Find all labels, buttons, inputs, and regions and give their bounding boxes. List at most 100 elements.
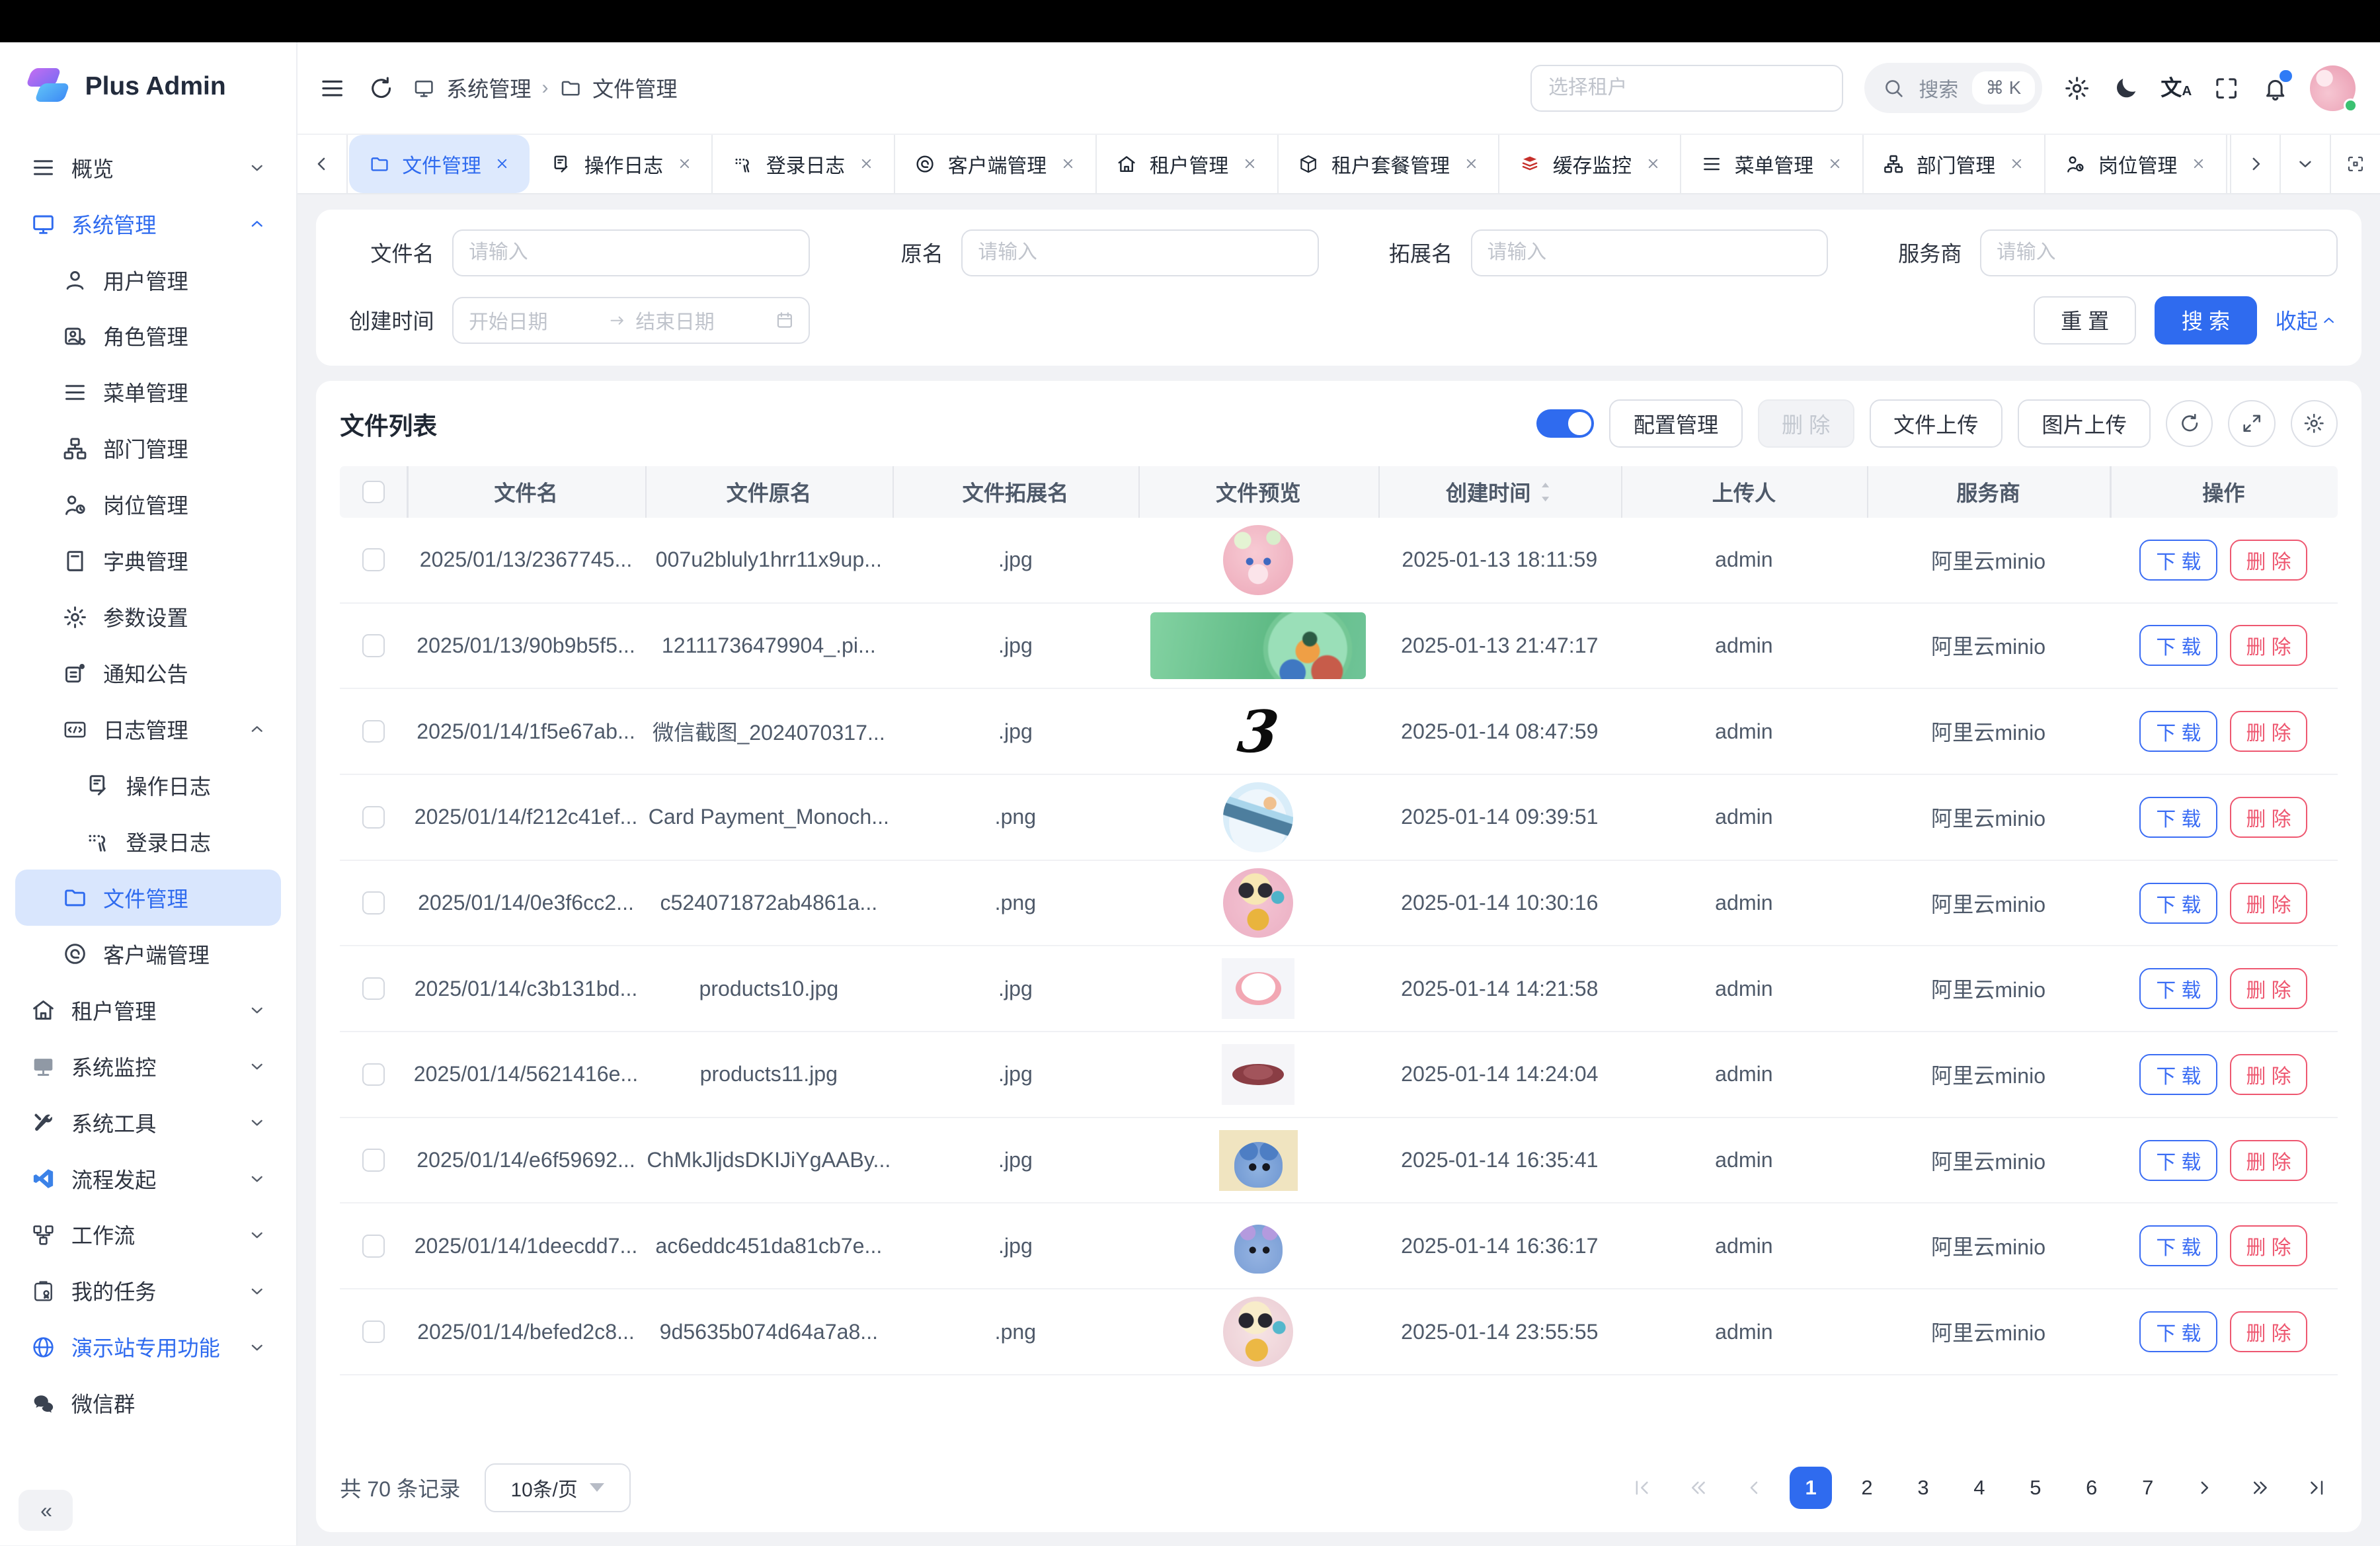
tenant-select-input[interactable]: [1530, 65, 1843, 112]
row-checkbox[interactable]: [362, 634, 385, 657]
row-delete-button[interactable]: 删 除: [2230, 625, 2308, 666]
tab-close-icon[interactable]: [495, 156, 510, 171]
row-checkbox[interactable]: [362, 1321, 385, 1343]
sidebar-item-wechat[interactable]: 微信群: [15, 1375, 281, 1432]
filename-input[interactable]: [452, 229, 810, 276]
config-manage-button[interactable]: 配置管理: [1609, 399, 1742, 448]
file-preview-thumbnail[interactable]: [1223, 868, 1293, 938]
column-header[interactable]: 文件拓展名: [892, 466, 1138, 518]
dark-mode-moon-icon[interactable]: [2112, 75, 2139, 102]
sidebar-item-dict[interactable]: 字典管理: [15, 533, 281, 589]
page-next-button[interactable]: [2183, 1467, 2225, 1509]
select-all-checkbox[interactable]: [362, 481, 385, 503]
sidebar-item-user[interactable]: 用户管理: [15, 252, 281, 308]
search-button[interactable]: 搜 索: [2155, 296, 2257, 345]
breadcrumb-item-file[interactable]: 文件管理: [592, 73, 678, 103]
file-preview-thumbnail[interactable]: [1223, 1297, 1293, 1367]
tab-登录日志[interactable]: 登录日志: [713, 135, 894, 193]
row-delete-button[interactable]: 删 除: [2230, 711, 2308, 752]
reset-button[interactable]: 重 置: [2034, 296, 2136, 345]
tab-岗位管理[interactable]: 岗位管理: [2045, 135, 2227, 193]
file-preview-thumbnail[interactable]: [1222, 958, 1294, 1019]
tab-fullscreen-button[interactable]: [2330, 135, 2380, 193]
tab-close-icon[interactable]: [1060, 156, 1076, 171]
provider-input[interactable]: [1980, 229, 2338, 276]
sidebar-item-post[interactable]: 岗位管理: [15, 477, 281, 533]
page-number-4[interactable]: 4: [1958, 1467, 2001, 1509]
sidebar-item-tenant[interactable]: 租户管理: [15, 982, 281, 1038]
tab-close-icon[interactable]: [859, 156, 874, 171]
row-checkbox[interactable]: [362, 1149, 385, 1171]
row-delete-button[interactable]: 删 除: [2230, 1054, 2308, 1095]
tab-部门管理[interactable]: 部门管理: [1864, 135, 2045, 193]
page-next-more-button[interactable]: [2239, 1467, 2281, 1509]
tab-close-icon[interactable]: [1827, 156, 1843, 171]
row-delete-button[interactable]: 删 除: [2230, 1225, 2308, 1266]
fullscreen-icon[interactable]: [2213, 75, 2240, 102]
page-number-6[interactable]: 6: [2071, 1467, 2113, 1509]
tab-close-icon[interactable]: [1242, 156, 1257, 171]
tab-scroll-left-button[interactable]: [298, 135, 348, 193]
row-download-button[interactable]: 下 载: [2139, 711, 2217, 752]
app-logo[interactable]: Plus Admin: [0, 42, 296, 130]
file-preview-thumbnail[interactable]: 3: [1202, 698, 1315, 765]
column-header[interactable]: 创建时间: [1378, 466, 1621, 518]
tab-缓存监控[interactable]: 缓存监控: [1499, 135, 1681, 193]
menu-toggle-icon[interactable]: [319, 75, 346, 102]
notifications-bell[interactable]: [2262, 75, 2289, 102]
page-first-button[interactable]: [1621, 1467, 1663, 1509]
tab-scroll-right-button[interactable]: [2230, 135, 2280, 193]
page-prev-more-button[interactable]: [1677, 1467, 1720, 1509]
column-header[interactable]: 文件原名: [645, 466, 892, 518]
column-header[interactable]: 上传人: [1621, 466, 1867, 518]
tab-租户管理[interactable]: 租户管理: [1097, 135, 1279, 193]
column-header[interactable]: 服务商: [1867, 466, 2110, 518]
sidebar-item-overview[interactable]: 概览: [15, 140, 281, 196]
sidebar-item-loginlog[interactable]: 登录日志: [15, 813, 281, 870]
user-avatar[interactable]: [2310, 65, 2356, 111]
page-last-button[interactable]: [2295, 1467, 2337, 1509]
sidebar-item-client[interactable]: 客户端管理: [15, 926, 281, 982]
sidebar-item-notice[interactable]: 通知公告: [15, 645, 281, 702]
tab-close-icon[interactable]: [677, 156, 692, 171]
row-checkbox[interactable]: [362, 720, 385, 743]
row-download-button[interactable]: 下 载: [2139, 625, 2217, 666]
original-name-input[interactable]: [961, 229, 1319, 276]
page-number-1[interactable]: 1: [1790, 1467, 1832, 1509]
row-delete-button[interactable]: 删 除: [2230, 1311, 2308, 1352]
row-checkbox[interactable]: [362, 806, 385, 829]
global-search-button[interactable]: 搜索 ⌘ K: [1864, 63, 2042, 113]
sidebar-item-logs[interactable]: 日志管理: [15, 702, 281, 758]
page-number-2[interactable]: 2: [1846, 1467, 1888, 1509]
page-number-7[interactable]: 7: [2127, 1467, 2169, 1509]
file-preview-thumbnail[interactable]: [1150, 612, 1366, 679]
column-header[interactable]: 文件名: [407, 466, 645, 518]
tab-文件管理[interactable]: 文件管理: [349, 135, 530, 193]
sidebar-item-dept[interactable]: 部门管理: [15, 421, 281, 477]
tab-客户端管理[interactable]: 客户端管理: [895, 135, 1097, 193]
sidebar-item-systool[interactable]: 系统工具: [15, 1094, 281, 1151]
image-upload-button[interactable]: 图片上传: [2018, 399, 2151, 448]
refresh-icon[interactable]: [368, 75, 392, 102]
sidebar-item-oplog[interactable]: 操作日志: [15, 758, 281, 814]
row-checkbox[interactable]: [362, 1063, 385, 1086]
sidebar-item-file[interactable]: 文件管理: [15, 870, 281, 926]
tab-close-icon[interactable]: [1464, 156, 1479, 171]
table-expand-button[interactable]: [2228, 400, 2275, 447]
breadcrumb-item-system[interactable]: 系统管理: [446, 73, 532, 103]
row-download-button[interactable]: 下 载: [2139, 968, 2217, 1009]
file-preview-thumbnail[interactable]: [1219, 1130, 1298, 1191]
row-download-button[interactable]: 下 载: [2139, 1140, 2217, 1181]
column-header[interactable]: 文件预览: [1138, 466, 1378, 518]
tab-list-dropdown-button[interactable]: [2280, 135, 2330, 193]
tab-操作日志[interactable]: 操作日志: [531, 135, 713, 193]
batch-delete-button[interactable]: 删 除: [1758, 399, 1854, 448]
extension-input[interactable]: [1471, 229, 1829, 276]
file-preview-thumbnail[interactable]: [1222, 1044, 1294, 1105]
sidebar-item-params[interactable]: 参数设置: [15, 589, 281, 645]
sidebar-item-flow[interactable]: 流程发起: [15, 1151, 281, 1207]
row-delete-button[interactable]: 删 除: [2230, 968, 2308, 1009]
row-checkbox[interactable]: [362, 548, 385, 571]
tab-菜单管理[interactable]: 菜单管理: [1681, 135, 1863, 193]
column-header[interactable]: 操作: [2110, 466, 2337, 518]
